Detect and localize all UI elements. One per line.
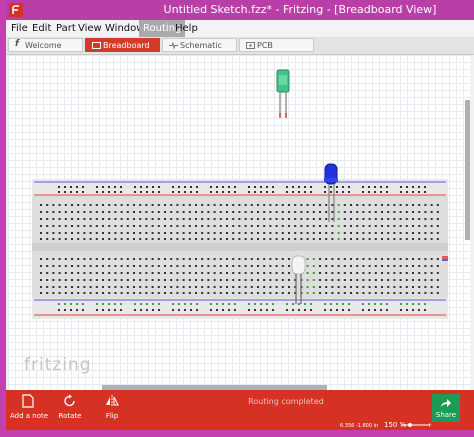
title-bar: Untitled Sketch.fzz* - Fritzing - [Bread… <box>6 0 474 20</box>
tab-welcome[interactable]: f Welcome <box>8 38 83 52</box>
share-icon <box>441 399 451 407</box>
rotate-button[interactable]: Rotate <box>56 390 84 430</box>
app-window: Untitled Sketch.fzz* - Fritzing - [Bread… <box>6 0 474 437</box>
fritzing-f-icon: f <box>15 39 19 49</box>
schematic-icon <box>169 42 178 49</box>
share-label: Share <box>435 411 457 419</box>
pcb-icon <box>246 42 255 49</box>
tab-welcome-label: Welcome <box>25 41 62 50</box>
flip-icon <box>106 395 119 407</box>
add-note-button[interactable]: Add a note <box>10 390 49 430</box>
flip-label: Flip <box>105 412 119 420</box>
cursor-coordinates: 6.356 -1.800 in <box>340 423 379 429</box>
green-led-part[interactable] <box>275 69 291 119</box>
zoom-slider[interactable]: − + <box>400 421 432 429</box>
tab-breadboard-label: Breadboard <box>103 41 150 50</box>
menu-part[interactable]: Part <box>56 23 76 34</box>
rotate-icon <box>64 394 75 407</box>
tab-breadboard[interactable]: Breadboard <box>85 38 160 52</box>
menu-file[interactable]: File <box>11 23 28 34</box>
white-led-part[interactable] <box>291 254 307 312</box>
share-button[interactable]: Share <box>432 394 460 422</box>
view-tabs: f Welcome Breadboard Schematic PCB <box>6 37 474 55</box>
fritzing-watermark: fritzing <box>24 355 92 375</box>
add-note-label: Add a note <box>10 412 49 420</box>
tab-schematic-label: Schematic <box>180 41 222 50</box>
blue-led-part[interactable] <box>324 162 340 242</box>
breadboard-canvas[interactable]: fritzing <box>8 55 470 390</box>
rotate-label: Rotate <box>58 412 82 420</box>
menu-bar: File Edit Part View Window Routing Help <box>6 20 474 37</box>
note-icon <box>22 394 34 408</box>
window-title: Untitled Sketch.fzz* - Fritzing - [Bread… <box>163 3 437 16</box>
bottom-toolbar: Add a note Rotate Flip Routing completed… <box>6 390 474 430</box>
routing-status: Routing completed <box>248 397 324 406</box>
tab-schematic[interactable]: Schematic <box>162 38 237 52</box>
flip-button[interactable]: Flip <box>100 390 124 430</box>
svg-text:−: − <box>400 422 405 429</box>
breadboard-part[interactable] <box>32 179 448 319</box>
menu-view[interactable]: View <box>78 23 102 34</box>
breadboard-icon <box>92 42 101 49</box>
vertical-scrollbar[interactable] <box>465 100 470 240</box>
window-bottom-border <box>6 430 474 437</box>
menu-help[interactable]: Help <box>175 23 198 34</box>
svg-text:+: + <box>427 422 432 429</box>
menu-edit[interactable]: Edit <box>32 23 51 34</box>
tab-pcb-label: PCB <box>257 41 273 50</box>
tab-pcb[interactable]: PCB <box>239 38 314 52</box>
